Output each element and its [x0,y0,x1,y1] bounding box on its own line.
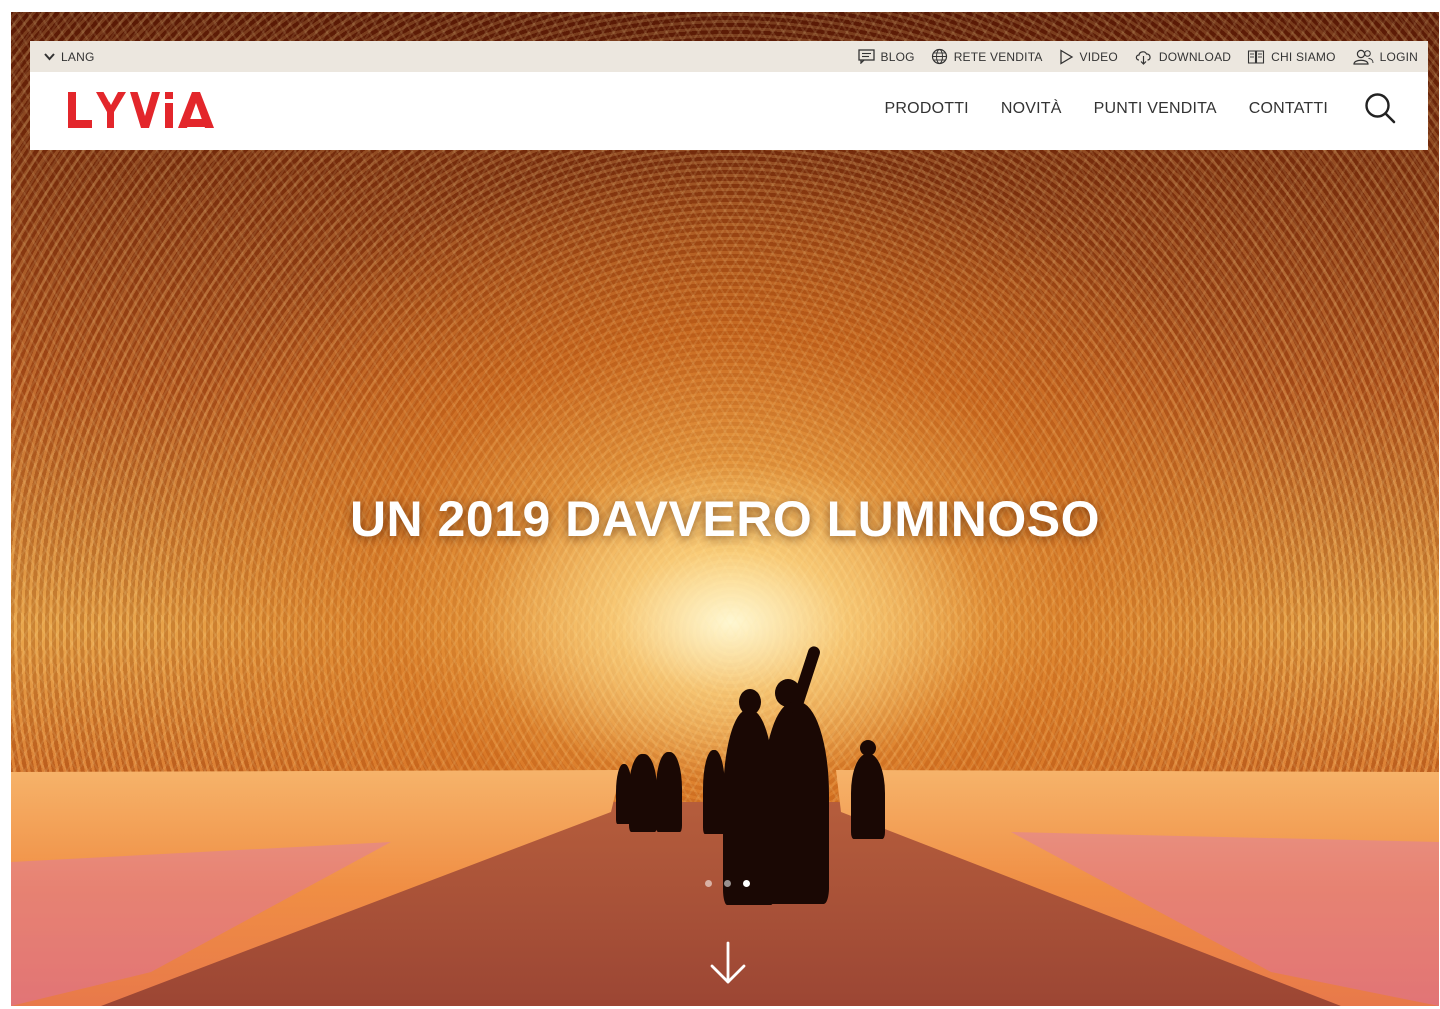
main-menu: PRODOTTI NOVITÀ PUNTI VENDITA CONTATTI [885,100,1328,118]
utility-link-chi-siamo[interactable]: CHI SIAMO [1247,49,1335,65]
carousel-dot[interactable] [724,880,731,887]
utility-link-video[interactable]: VIDEO [1059,48,1118,65]
search-button[interactable] [1364,92,1396,129]
user-icon [1353,49,1374,65]
utility-link-label: DOWNLOAD [1158,49,1232,64]
play-icon [1059,48,1073,65]
scroll-down-button[interactable] [708,940,748,991]
utility-link-label: BLOG [880,49,915,64]
carousel-dot[interactable] [705,880,712,887]
chat-icon [857,49,875,64]
utility-link-rete-vendita[interactable]: RETE VENDITA [931,48,1043,65]
nav-item-novita[interactable]: NOVITÀ [1001,100,1062,118]
person-silhouette [851,754,885,839]
arrow-down-icon [710,941,746,984]
lyvia-logo [68,92,214,128]
person-silhouette [616,764,632,824]
person-silhouette [629,754,657,832]
cloud-download-icon [1135,50,1151,65]
nav-item-prodotti[interactable]: PRODOTTI [885,100,969,118]
utility-link-blog[interactable]: BLOG [857,49,915,64]
person-silhouette [763,702,829,904]
chevron-down-icon [44,52,55,60]
book-icon [1248,49,1265,64]
utility-link-label: VIDEO [1079,49,1118,64]
carousel-dot-active[interactable] [743,880,750,887]
carousel-dots [705,880,750,887]
search-icon [1365,93,1396,124]
globe-icon [931,48,947,65]
nav-item-punti-vendita[interactable]: PUNTI VENDITA [1094,100,1217,118]
utility-link-download[interactable]: DOWNLOAD [1134,49,1231,65]
language-selector[interactable]: LANG [44,50,94,64]
person-silhouette [703,750,725,834]
main-navbar: PRODOTTI NOVITÀ PUNTI VENDITA CONTATTI [30,72,1428,150]
utility-link-label: RETE VENDITA [953,49,1043,64]
nav-item-contatti[interactable]: CONTATTI [1249,100,1328,118]
utility-link-label: LOGIN [1379,49,1418,64]
utility-link-login[interactable]: LOGIN [1352,49,1418,65]
utility-link-label: CHI SIAMO [1271,49,1336,64]
brand-logo[interactable] [66,88,226,137]
person-silhouette [656,752,682,832]
utility-bar: LANG BLOG RETE VENDITA VIDEO DOWNLOAD CH… [30,41,1428,72]
utility-links: BLOG RETE VENDITA VIDEO DOWNLOAD CHI SIA… [857,48,1418,65]
language-label: LANG [61,49,95,64]
page-frame: LANG BLOG RETE VENDITA VIDEO DOWNLOAD CH… [11,12,1439,1006]
hero-headline: UN 2019 DAVVERO LUMINOSO [349,491,1101,547]
